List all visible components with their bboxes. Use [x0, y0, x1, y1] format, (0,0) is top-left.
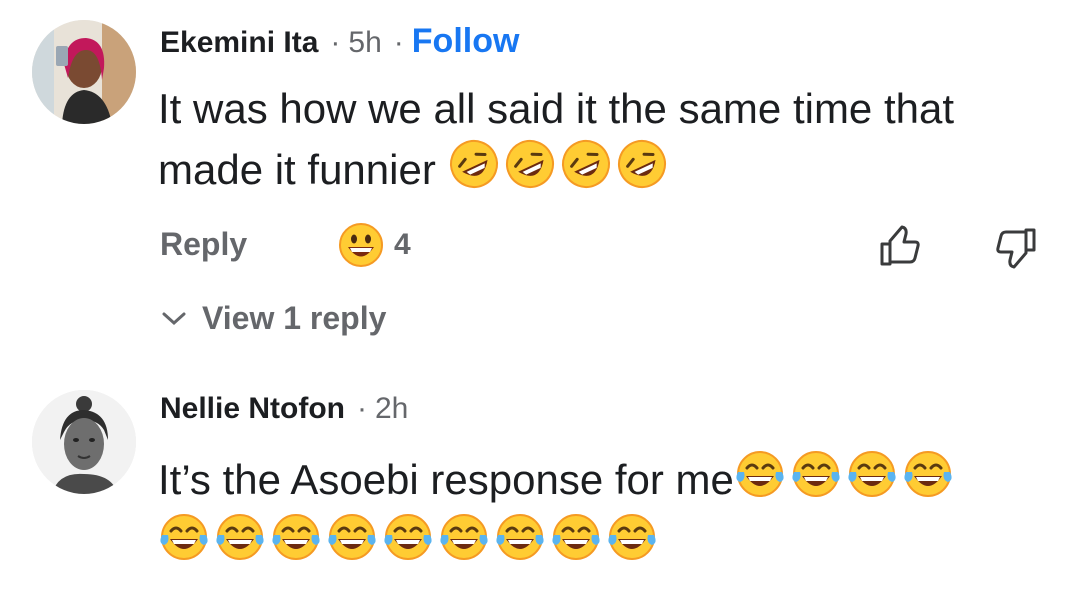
avatar[interactable] [32, 20, 136, 124]
separator-dot: · [330, 26, 341, 59]
grinning-face-icon [339, 223, 383, 267]
rofl-emoji-icon [449, 140, 498, 188]
tears-of-joy-emoji-icon [440, 514, 488, 560]
thumbs-up-icon[interactable] [876, 222, 924, 270]
comment-text-line-2: made it funnier [158, 138, 954, 199]
comment-header: Ekemini Ita · 5h · Follow [160, 22, 519, 61]
author-name[interactable]: Ekemini Ita [160, 26, 318, 60]
tears-of-joy-emoji-icon [608, 514, 656, 560]
tears-of-joy-emoji-icon [160, 514, 208, 560]
timestamp: 5h [348, 26, 382, 59]
comment-actions: Reply 4 [160, 222, 1040, 272]
view-replies-button[interactable]: View 1 reply [160, 300, 386, 337]
separator-dot: · [357, 392, 367, 425]
avatar[interactable] [32, 390, 136, 494]
emoji-group [734, 448, 954, 500]
emoji-group [448, 138, 668, 190]
separator-dot: · [393, 26, 404, 59]
comment-text-line: It was how we all said it the same time … [158, 85, 955, 132]
tears-of-joy-emoji-icon [216, 514, 264, 560]
author-name[interactable]: Nellie Ntofon [160, 392, 345, 426]
emoji-group [158, 511, 658, 563]
comment-text-segment: It’s the Asoebi response for me [158, 456, 734, 503]
tears-of-joy-emoji-icon [792, 451, 840, 497]
tears-of-joy-emoji-icon [272, 514, 320, 560]
tears-of-joy-emoji-icon [904, 451, 952, 497]
thumbs-down-icon[interactable] [992, 224, 1040, 272]
rofl-emoji-icon [561, 140, 610, 188]
rofl-emoji-icon [617, 140, 666, 188]
reaction-count: 4 [394, 228, 411, 261]
reaction-summary[interactable]: 4 [338, 222, 411, 268]
rofl-emoji-icon [505, 140, 554, 188]
chevron-down-icon [162, 312, 186, 325]
tears-of-joy-emoji-icon [736, 451, 784, 497]
comment-text: It’s the Asoebi response for me [158, 448, 954, 572]
comment-text-line-2 [158, 511, 954, 572]
view-replies-label: View 1 reply [202, 300, 387, 336]
tears-of-joy-emoji-icon [496, 514, 544, 560]
comment-text-segment: made it funnier [158, 146, 436, 193]
comment-text: It was how we all said it the same time … [158, 80, 954, 199]
comment-header: Nellie Ntofon · 2h [160, 392, 408, 426]
tears-of-joy-emoji-icon [552, 514, 600, 560]
avatar-photo [32, 20, 136, 124]
tears-of-joy-emoji-icon [384, 514, 432, 560]
follow-button[interactable]: Follow [412, 22, 520, 61]
comment: Ekemini Ita · 5h · Follow It was how we … [0, 0, 1080, 370]
comment-text-line-1: It’s the Asoebi response for me [158, 448, 954, 509]
comment: Nellie Ntofon · 2h It’s the Asoebi respo… [0, 370, 1080, 592]
tears-of-joy-emoji-icon [848, 451, 896, 497]
tears-of-joy-emoji-icon [328, 514, 376, 560]
avatar-photo [32, 390, 136, 494]
reply-button[interactable]: Reply [160, 226, 247, 263]
timestamp: 2h [375, 392, 409, 425]
